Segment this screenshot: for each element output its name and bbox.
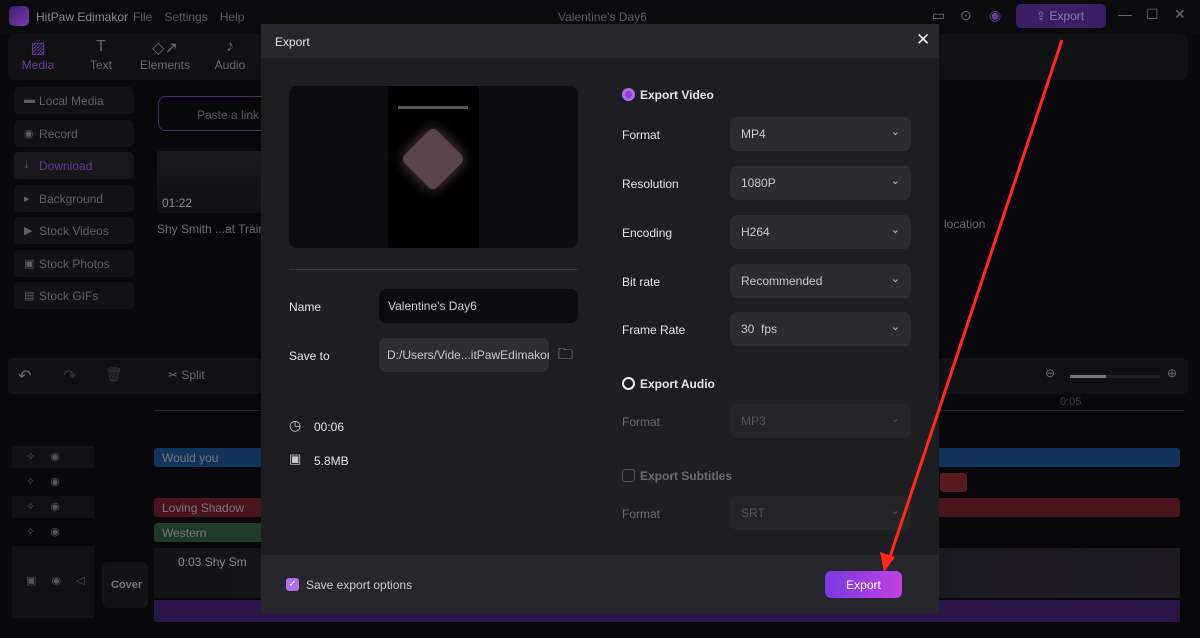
arrow-head [880,552,895,572]
annotation-arrow [880,39,1064,572]
arrow-line [887,39,1064,561]
